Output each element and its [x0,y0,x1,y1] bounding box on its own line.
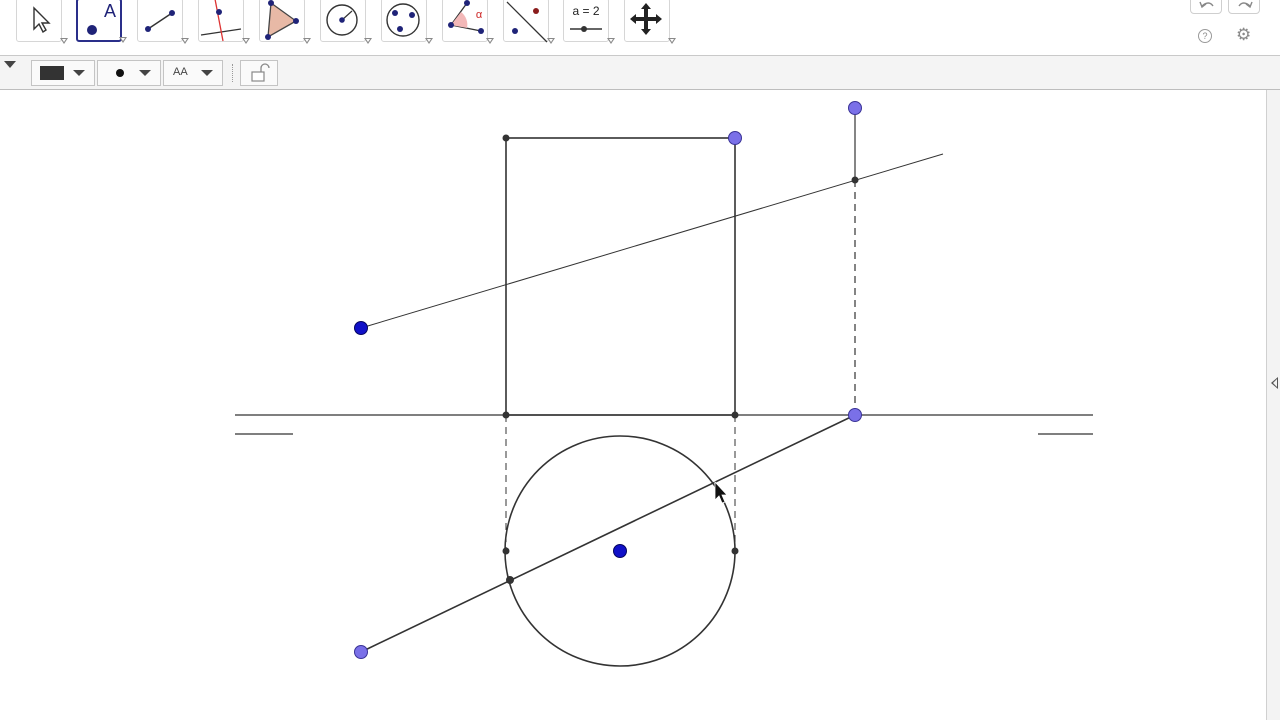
circle-center-point[interactable] [613,544,627,558]
cylinder-front-view-rectangle[interactable] [505,137,736,416]
undo-icon [1199,1,1214,9]
rectangle-corner-point[interactable] [728,131,742,145]
color-picker-button[interactable] [31,60,95,86]
ground-line-point[interactable] [848,408,862,422]
tool-menu-caret[interactable] [60,38,68,44]
tool-menu-caret[interactable] [242,38,250,44]
chevron-down-icon [73,70,85,76]
reference-top-point[interactable] [848,101,862,115]
tool-menu-caret[interactable] [486,38,494,44]
move-graphics-view-icon [630,3,662,35]
stylebar-separator [232,64,233,82]
circle-center-point-tool-button[interactable] [320,0,372,44]
tool-menu-caret[interactable] [364,38,372,44]
redo-icon [1238,1,1253,9]
move-tool-button[interactable] [16,0,68,44]
slider-tool-button[interactable]: a = 2 [563,0,615,44]
line-endpoint-lower[interactable] [354,645,368,659]
perpendicular-line-icon [200,0,242,42]
reflect-about-line-icon [506,1,548,43]
redo-button[interactable] [1228,0,1260,14]
segment-tool-button[interactable] [137,0,189,44]
circle-center-point-icon [326,4,358,36]
algebra-view-collapse-bar[interactable] [1266,90,1280,720]
rectangle-vertex-point[interactable] [502,134,510,142]
chevron-down-icon [139,70,151,76]
perpendicular-line-tool-button[interactable] [198,0,250,44]
tool-menu-caret[interactable] [303,38,311,44]
line-circle-intersection-point[interactable] [506,576,514,584]
chevron-left-icon[interactable] [1271,377,1278,389]
polygon-tool-button[interactable] [259,0,311,44]
stylebar-toggle-icon[interactable] [4,61,16,68]
color-swatch [40,66,64,80]
angle-alpha-label: α [475,9,483,21]
slider-tool-label: a = 2 [572,4,600,18]
intersection-point[interactable] [851,176,859,184]
tool-menu-caret[interactable] [425,38,433,44]
tool-menu-caret[interactable] [607,38,615,44]
rectangle-vertex-point[interactable] [502,411,510,419]
label-style-button[interactable]: AA [163,60,223,86]
circle-tangent-point-left[interactable] [502,547,510,555]
rectangle-vertex-point[interactable] [731,411,739,419]
line-top-projection[interactable] [360,414,856,653]
point-tool-button[interactable]: A [76,0,127,43]
lock-button[interactable] [240,60,278,86]
cursor-arrow-icon [33,6,51,34]
construction-canvas[interactable] [0,90,1268,720]
segment-icon [145,10,175,32]
reflect-about-line-tool-button[interactable] [503,0,555,44]
tool-menu-caret[interactable] [668,38,676,44]
move-graphics-view-tool-button[interactable] [624,0,676,44]
tool-menu-caret[interactable] [547,38,555,44]
mouse-cursor-icon [714,480,728,504]
help-icon[interactable]: ? [1198,29,1212,43]
angle-tool-button[interactable]: α [442,0,494,44]
angle-icon [448,0,484,34]
point-style-dot-icon [116,69,124,77]
circle-tangent-point-right[interactable] [731,547,739,555]
point-tool-label: A [103,1,116,21]
line-endpoint-upper[interactable] [354,321,368,335]
point-style-button[interactable] [97,60,161,86]
unlock-icon [251,63,270,82]
main-toolbar: A α a = 2 ? ⚙ [0,0,1280,56]
tool-menu-caret[interactable] [181,38,189,44]
label-style-text: AA [173,66,188,78]
tool-menu-caret[interactable] [119,37,127,43]
undo-button[interactable] [1190,0,1222,14]
circle-three-points-icon [386,3,420,37]
gear-icon[interactable]: ⚙ [1236,26,1251,44]
polygon-icon [265,0,299,40]
chevron-down-icon [201,70,213,76]
circle-three-points-tool-button[interactable] [381,0,433,44]
style-bar: AA [0,56,1280,90]
graphics-view[interactable] [0,90,1268,720]
